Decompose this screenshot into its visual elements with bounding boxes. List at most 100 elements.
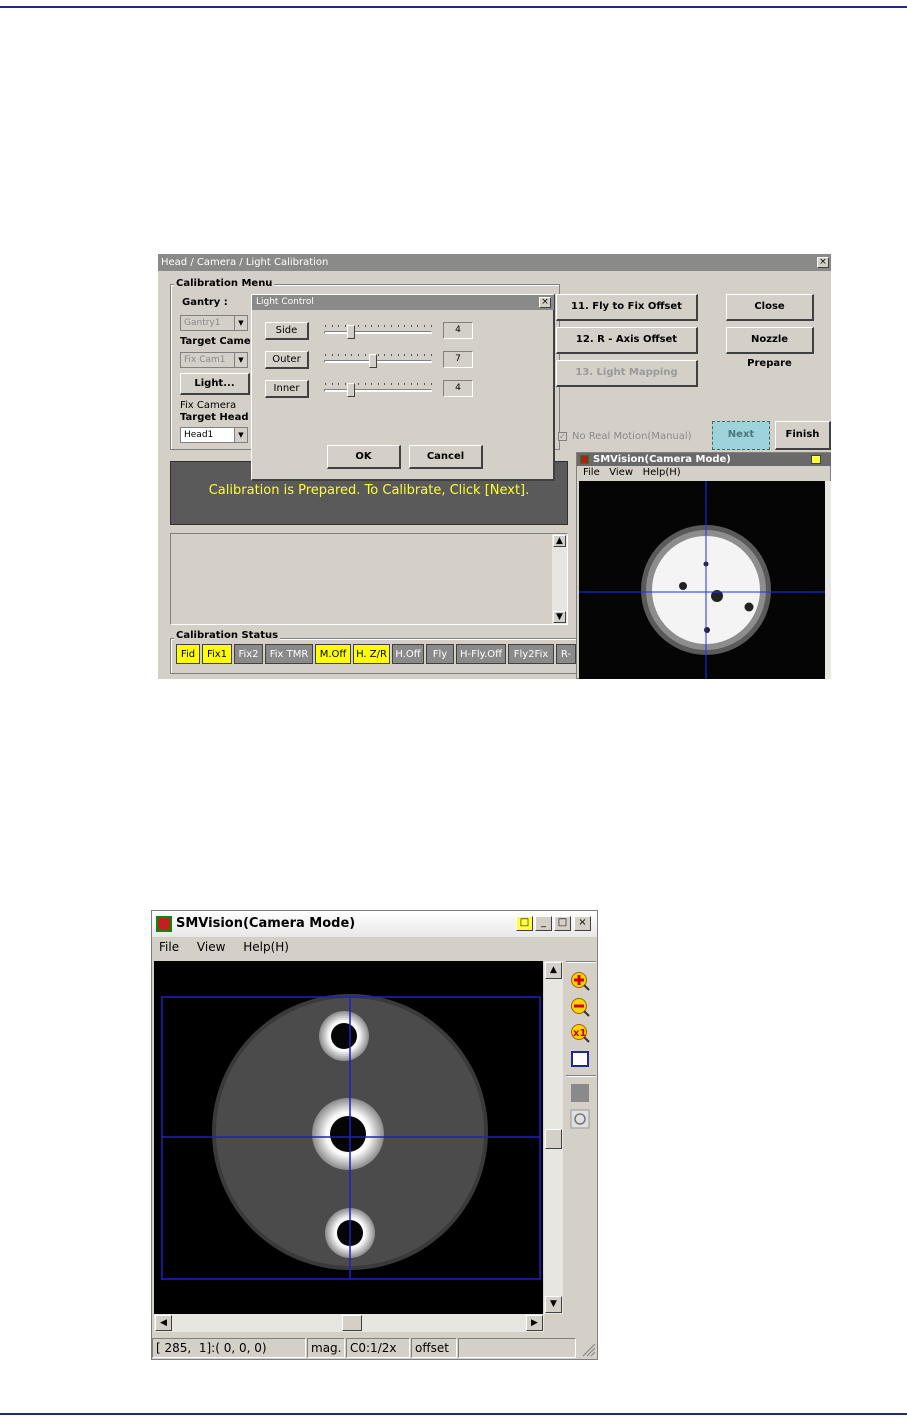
tool-divider: [566, 1075, 596, 1077]
chevron-down-icon: ▼: [234, 428, 247, 442]
target-camera-select[interactable]: Fix Cam1 ▼: [180, 352, 248, 368]
slider-thumb[interactable]: [368, 354, 377, 368]
chevron-down-icon: ▼: [234, 353, 247, 367]
status-item: H.Off: [392, 644, 424, 664]
scroll-up-icon[interactable]: ▲: [553, 535, 566, 547]
log-area: [170, 533, 568, 625]
slider-tick: [371, 325, 373, 327]
app-logo-icon: [156, 916, 172, 932]
light-outer-slider[interactable]: [324, 360, 432, 363]
rotate-icon[interactable]: [570, 1109, 590, 1129]
nozzle-prepare-button[interactable]: Nozzle Prepare: [726, 327, 814, 369]
grey-square-icon[interactable]: [570, 1083, 590, 1103]
minimize-icon[interactable]: [811, 455, 821, 464]
menu-file[interactable]: File: [583, 467, 600, 478]
slider-tick: [344, 325, 346, 327]
menu-help[interactable]: Help(H): [243, 940, 289, 954]
mag-label: mag.: [307, 1338, 345, 1358]
top-rule: [0, 6, 907, 8]
target-head-select[interactable]: Head1 ▼: [180, 427, 248, 443]
slider-tick: [364, 354, 366, 356]
status-item: Fid: [176, 644, 200, 664]
slider-tick: [331, 383, 333, 385]
light-inner-slider[interactable]: [324, 389, 432, 392]
status-item: H-Fly.Off: [456, 644, 506, 664]
camera-image-large: [161, 994, 541, 1280]
slider-tick: [404, 325, 406, 327]
close-icon[interactable]: ×: [574, 916, 591, 931]
light-inner-value[interactable]: 4: [443, 380, 473, 397]
light-outer-value[interactable]: 7: [443, 351, 473, 368]
slider-tick: [417, 325, 419, 327]
vertical-scroll-thumb[interactable]: [545, 1129, 562, 1149]
minimize-icon[interactable]: _: [535, 916, 552, 931]
zoom-1x-icon[interactable]: x1: [570, 1023, 590, 1043]
finish-button[interactable]: Finish: [775, 421, 831, 450]
slider-tick: [417, 383, 419, 385]
status-item: Fix2: [234, 644, 263, 664]
small-scrollbar[interactable]: [825, 481, 831, 679]
scroll-down-icon[interactable]: ▼: [553, 611, 566, 623]
fit-window-icon[interactable]: [570, 1049, 590, 1069]
close-icon[interactable]: ×: [817, 257, 829, 268]
fix-camera-label: Fix Camera: [180, 400, 237, 411]
gantry-select[interactable]: Gantry1 ▼: [180, 315, 248, 331]
menu-help[interactable]: Help(H): [643, 467, 681, 478]
maximize-icon[interactable]: □: [554, 916, 571, 931]
calibration-menu-label: Calibration Menu: [174, 278, 275, 289]
smvision-small-title: SMVision(Camera Mode): [593, 454, 731, 465]
step-button-11[interactable]: 11. Fly to Fix Offset: [556, 294, 698, 321]
pin-icon[interactable]: □: [516, 916, 533, 931]
close-button[interactable]: Close: [726, 294, 814, 321]
coords-readout: [ 285, 1]:( 0, 0, 0): [152, 1338, 306, 1358]
light-side-slider[interactable]: [324, 331, 432, 334]
ok-button[interactable]: OK: [327, 445, 401, 469]
slider-tick: [391, 325, 392, 327]
zoom-in-icon[interactable]: [570, 971, 590, 991]
scroll-down-icon[interactable]: ▼: [545, 1296, 562, 1313]
slider-tick: [371, 383, 373, 385]
close-icon[interactable]: ×: [539, 297, 551, 308]
status-item: H. Z/R: [353, 644, 390, 664]
light-button[interactable]: Light...: [180, 373, 250, 395]
scroll-right-icon[interactable]: ▶: [526, 1315, 543, 1331]
slider-tick: [397, 325, 399, 327]
slider-tick: [338, 325, 340, 327]
light-inner-label: Inner: [265, 380, 309, 398]
next-button[interactable]: Next: [712, 421, 770, 450]
menu-view[interactable]: View: [197, 940, 225, 954]
scroll-up-icon[interactable]: ▲: [545, 962, 562, 979]
status-item: R-: [556, 644, 576, 664]
slider-tick: [377, 383, 379, 385]
light-side-label: Side: [265, 322, 309, 340]
zoom-out-icon[interactable]: [570, 997, 590, 1017]
step-button-12[interactable]: 12. R - Axis Offset: [556, 327, 698, 354]
slider-tick: [358, 325, 359, 327]
menu-file[interactable]: File: [159, 940, 179, 954]
smvision-small-window: SMVision(Camera Mode) File View Help(H): [576, 452, 831, 679]
light-control-dialog: Light Control × Side 4 Outer 7 Inner 4 OK Can…: [251, 294, 555, 481]
horizontal-scroll-thumb[interactable]: [342, 1315, 362, 1331]
slider-thumb[interactable]: [347, 383, 355, 397]
slider-thumb[interactable]: [347, 325, 355, 339]
status-item: M.Off: [315, 644, 351, 664]
slider-tick: [377, 354, 379, 356]
message-text: Calibration is Prepared. To Calibrate, C…: [208, 483, 530, 498]
slider-tick: [410, 354, 412, 356]
resize-grip-icon[interactable]: [580, 1341, 596, 1357]
step-button-13[interactable]: 13. Light Mapping: [556, 360, 698, 387]
slider-tick: [410, 325, 412, 327]
calibration-status-label: Calibration Status: [174, 630, 281, 641]
slider-tick: [391, 383, 392, 385]
menu-view[interactable]: View: [609, 467, 633, 478]
light-side-value[interactable]: 4: [443, 322, 473, 339]
scroll-left-icon[interactable]: ◀: [155, 1315, 172, 1331]
calibration-window: Head / Camera / Light Calibration × Cali…: [158, 254, 831, 679]
camera-image-small: [579, 481, 829, 679]
cancel-button[interactable]: Cancel: [409, 445, 483, 469]
slider-tick: [397, 383, 399, 385]
bottom-rule: [0, 1413, 907, 1415]
slider-tick: [430, 383, 432, 385]
no-real-motion-checkbox[interactable]: ✓: [558, 432, 567, 441]
camera-view-large: [154, 961, 543, 1314]
